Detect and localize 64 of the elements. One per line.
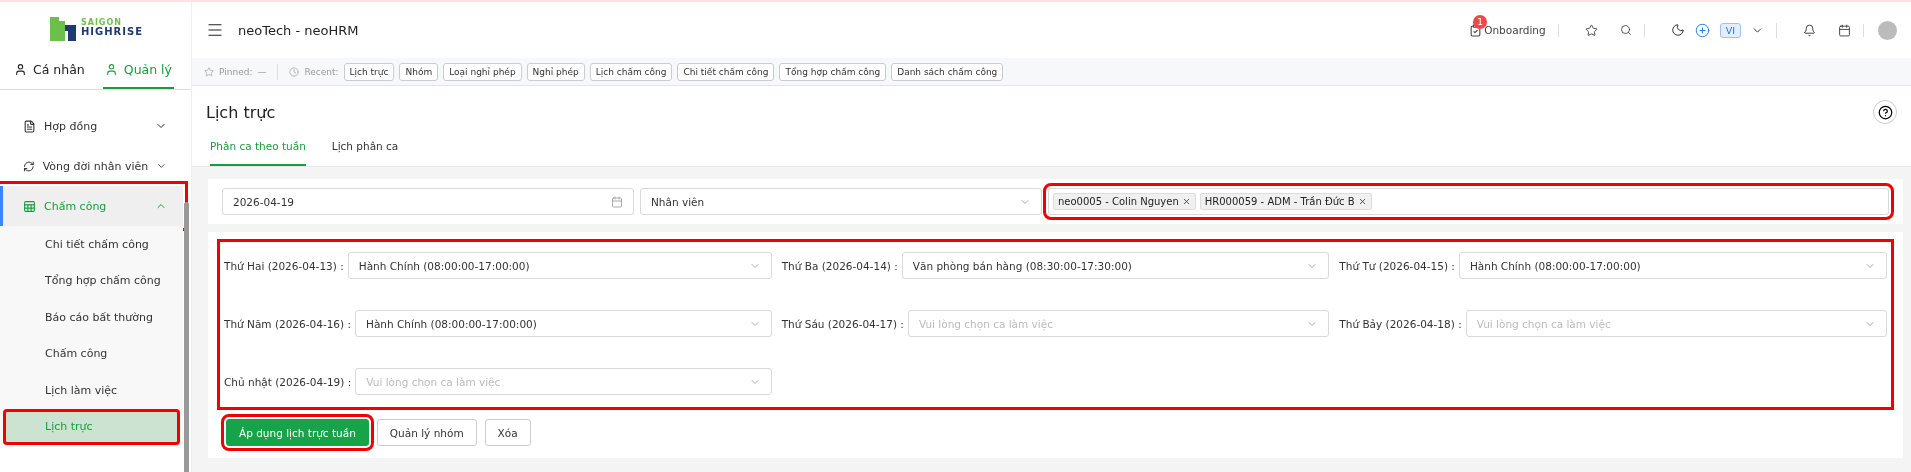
shift-select[interactable]: Văn phòng bán hàng (08:30:00-17:30:00) — [901, 252, 1330, 279]
star-icon[interactable] — [1584, 23, 1598, 37]
sidebar-subitem[interactable]: Lịch làm việc — [3, 372, 180, 409]
sidebar-subitem[interactable]: Chi tiết chấm công — [3, 226, 180, 263]
moon-icon[interactable] — [1670, 23, 1685, 37]
recent-chip[interactable]: Lịch chấm công — [589, 62, 673, 81]
employee-tag[interactable]: HR000059 - ADM - Trần Đức B — [1199, 193, 1372, 210]
pinned-value: — — [257, 66, 267, 77]
sidebar-tab[interactable]: Quản lý — [102, 54, 174, 89]
logo-text: SAIGON — [80, 19, 123, 27]
recent-chip[interactable]: Lịch trực — [343, 62, 395, 81]
pinned-label: Pinned: — [219, 66, 253, 77]
help-icon — [1877, 104, 1893, 120]
close-icon[interactable] — [1181, 197, 1191, 206]
day-label: Thứ Bảy (2026-04-18) : — [1339, 317, 1462, 330]
action-button[interactable]: Xóa — [484, 419, 531, 446]
shift-select[interactable]: Hành Chính (08:00:00-17:00:00) — [1458, 252, 1887, 279]
sheet-icon — [23, 199, 36, 213]
recent-chip[interactable]: Tổng hợp chấm công — [779, 62, 887, 81]
sidebar-subitem[interactable]: Báo cáo bất thường — [3, 299, 180, 336]
page-title: Lịch trực — [206, 102, 276, 122]
search-icon[interactable] — [1619, 24, 1632, 36]
action-button[interactable]: Quản lý nhóm — [376, 419, 477, 446]
recent-chip[interactable]: Chi tiết chấm công — [677, 62, 775, 81]
sidebar-item[interactable]: Vòng đời nhân viên — [0, 146, 183, 186]
help-button[interactable] — [1873, 100, 1897, 124]
recent-label: Recent: — [304, 66, 339, 77]
day-label: Thứ Năm (2026-04-16) : — [224, 317, 351, 330]
sidebar-subitem[interactable]: Tổng hợp chấm công — [3, 262, 180, 299]
close-icon[interactable] — [1357, 197, 1367, 206]
app-title: neoTech - neoHRM — [238, 22, 360, 38]
sidebar-item[interactable]: Hợp đồng — [0, 106, 183, 146]
day-label: Thứ Ba (2026-04-14) : — [781, 259, 898, 272]
sidebar-subitem[interactable]: Chấm công — [3, 335, 180, 372]
date-field[interactable]: 2026-04-19 — [222, 188, 634, 215]
calendar-icon — [611, 195, 623, 208]
sidebar-tab[interactable]: Cá nhân — [12, 54, 87, 89]
day-label: Thứ Hai (2026-04-13) : — [224, 259, 344, 272]
user-icon — [104, 63, 118, 76]
bell-icon[interactable] — [1803, 23, 1816, 37]
page-tab[interactable]: Lịch phân ca — [331, 130, 399, 166]
recent-chip[interactable]: Nhóm — [399, 62, 439, 81]
calendar-icon[interactable] — [1838, 23, 1851, 37]
user-icon — [14, 63, 27, 76]
logo-text: HIGHRISE — [80, 27, 144, 37]
day-label: Thứ Sáu (2026-04-17) : — [781, 317, 904, 330]
day-label: Thứ Tư (2026-04-15) : — [1339, 259, 1455, 272]
shift-select[interactable]: Hành Chính (08:00:00-17:00:00) — [355, 310, 772, 337]
employee-type-select[interactable]: Nhân viên — [640, 188, 1042, 215]
menu-icon[interactable] — [206, 21, 224, 39]
recent-chip[interactable]: Nghỉ phép — [526, 62, 585, 81]
day-label: Chủ nhật (2026-04-19) : — [224, 375, 352, 388]
language-selector[interactable]: VI — [1719, 22, 1741, 38]
scrollbar[interactable] — [184, 202, 189, 472]
add-icon[interactable] — [1694, 22, 1710, 38]
star-icon — [204, 66, 214, 77]
document-icon — [23, 119, 36, 133]
page-tab[interactable]: Phân ca theo tuần — [210, 130, 306, 166]
recent-chip[interactable]: Loại nghỉ phép — [443, 62, 522, 81]
refresh-icon — [23, 159, 35, 173]
clock-icon — [289, 66, 300, 77]
shift-select[interactable]: Hành Chính (08:00:00-17:00:00) — [347, 252, 772, 279]
employee-tag[interactable]: neo0005 - Colin Nguyen — [1053, 193, 1196, 210]
recent-chip[interactable]: Danh sách chấm công — [891, 62, 1004, 81]
